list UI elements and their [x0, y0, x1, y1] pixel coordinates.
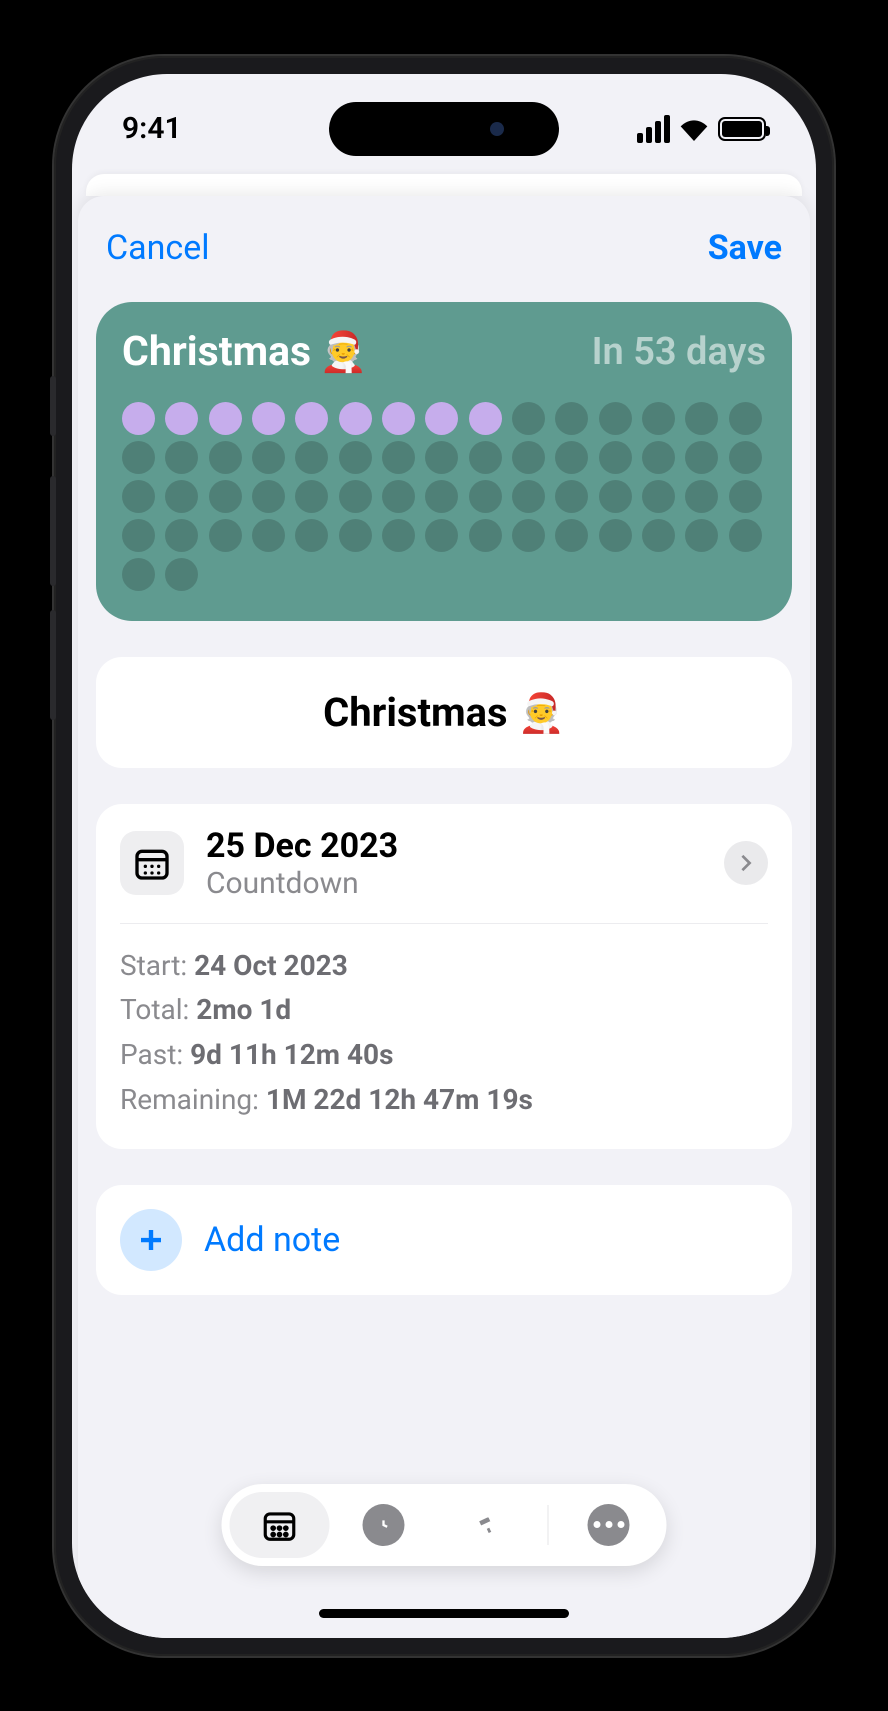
progress-dot [555, 402, 588, 435]
countdown-stats: Start: 24 Oct 2023 Total: 2mo 1d Past: 9… [96, 924, 792, 1149]
progress-dot [382, 441, 415, 474]
event-mode: Countdown [206, 866, 702, 901]
progress-dot [642, 441, 675, 474]
calendar-icon [120, 831, 184, 895]
progress-dot [382, 480, 415, 513]
progress-dot [295, 480, 328, 513]
progress-dot [729, 519, 762, 552]
modal-sheet: Cancel Save Christmas 🧑‍🎄 In 53 days [78, 196, 810, 1638]
progress-dot [469, 441, 502, 474]
date-settings-card: 25 Dec 2023 Countdown Start: 24 Oct 2023… [96, 804, 792, 1149]
add-note-button[interactable]: Add note [96, 1185, 792, 1295]
progress-dot [425, 480, 458, 513]
progress-dot [642, 480, 675, 513]
progress-dot [382, 402, 415, 435]
progress-dot [165, 402, 198, 435]
progress-dot [425, 402, 458, 435]
progress-dot [685, 441, 718, 474]
progress-dot [512, 480, 545, 513]
home-indicator[interactable] [319, 1609, 569, 1618]
widget-countdown-text: In 53 days [592, 330, 766, 374]
paint-roller-icon [467, 1504, 509, 1546]
progress-dot [122, 441, 155, 474]
progress-dot [512, 402, 545, 435]
add-note-label: Add note [204, 1220, 340, 1260]
progress-dot [122, 402, 155, 435]
tab-time[interactable] [334, 1492, 434, 1558]
progress-dot [512, 441, 545, 474]
progress-dot [642, 402, 675, 435]
progress-dot [729, 441, 762, 474]
progress-dot [122, 519, 155, 552]
tab-date[interactable] [230, 1492, 330, 1558]
progress-dot [209, 402, 242, 435]
progress-dot [122, 480, 155, 513]
progress-dot [295, 402, 328, 435]
santa-emoji-icon: 🧑‍🎄 [518, 692, 565, 736]
tab-style[interactable] [438, 1492, 538, 1558]
progress-dot [295, 519, 328, 552]
progress-dot [685, 402, 718, 435]
progress-dot [685, 519, 718, 552]
wifi-icon [678, 117, 710, 141]
progress-dot [122, 558, 155, 591]
event-title-field[interactable]: Christmas 🧑‍🎄 [96, 657, 792, 768]
progress-dot [252, 402, 285, 435]
progress-dot [339, 441, 372, 474]
progress-dot [555, 441, 588, 474]
progress-dot [165, 519, 198, 552]
event-date: 25 Dec 2023 [206, 826, 702, 866]
santa-emoji-icon: 🧑‍🎄 [319, 329, 367, 375]
progress-dot [599, 519, 632, 552]
tab-more[interactable] [559, 1492, 659, 1558]
progress-dot [382, 519, 415, 552]
progress-dot [555, 480, 588, 513]
progress-dot [165, 441, 198, 474]
progress-dot [512, 519, 545, 552]
save-button[interactable]: Save [708, 228, 782, 268]
progress-dot [252, 441, 285, 474]
cellular-icon [637, 115, 670, 143]
plus-icon [120, 1209, 182, 1271]
progress-dot [729, 402, 762, 435]
background-sheet-peek [86, 174, 802, 196]
date-row[interactable]: 25 Dec 2023 Countdown [96, 804, 792, 923]
progress-dot [469, 480, 502, 513]
progress-dot [165, 480, 198, 513]
progress-dot [252, 519, 285, 552]
progress-dot [339, 519, 372, 552]
more-icon [588, 1504, 630, 1546]
progress-dot [469, 519, 502, 552]
cancel-button[interactable]: Cancel [106, 228, 210, 268]
progress-dot [469, 402, 502, 435]
progress-dots [122, 402, 766, 591]
countdown-widget-preview: Christmas 🧑‍🎄 In 53 days [96, 302, 792, 621]
progress-dot [339, 480, 372, 513]
progress-dot [555, 519, 588, 552]
dynamic-island [329, 102, 559, 156]
widget-title: Christmas 🧑‍🎄 [122, 328, 368, 376]
progress-dot [295, 441, 328, 474]
progress-dot [599, 441, 632, 474]
chevron-right-icon [724, 841, 768, 885]
progress-dot [165, 558, 198, 591]
progress-dot [425, 441, 458, 474]
progress-dot [642, 519, 675, 552]
progress-dot [425, 519, 458, 552]
progress-dot [599, 480, 632, 513]
progress-dot [252, 480, 285, 513]
progress-dot [729, 480, 762, 513]
battery-icon [718, 117, 766, 141]
progress-dot [209, 441, 242, 474]
progress-dot [209, 480, 242, 513]
editor-tab-bar [222, 1484, 667, 1566]
clock-icon [363, 1504, 405, 1546]
progress-dot [339, 402, 372, 435]
status-time: 9:41 [122, 111, 182, 146]
progress-dot [599, 402, 632, 435]
progress-dot [209, 519, 242, 552]
progress-dot [685, 480, 718, 513]
